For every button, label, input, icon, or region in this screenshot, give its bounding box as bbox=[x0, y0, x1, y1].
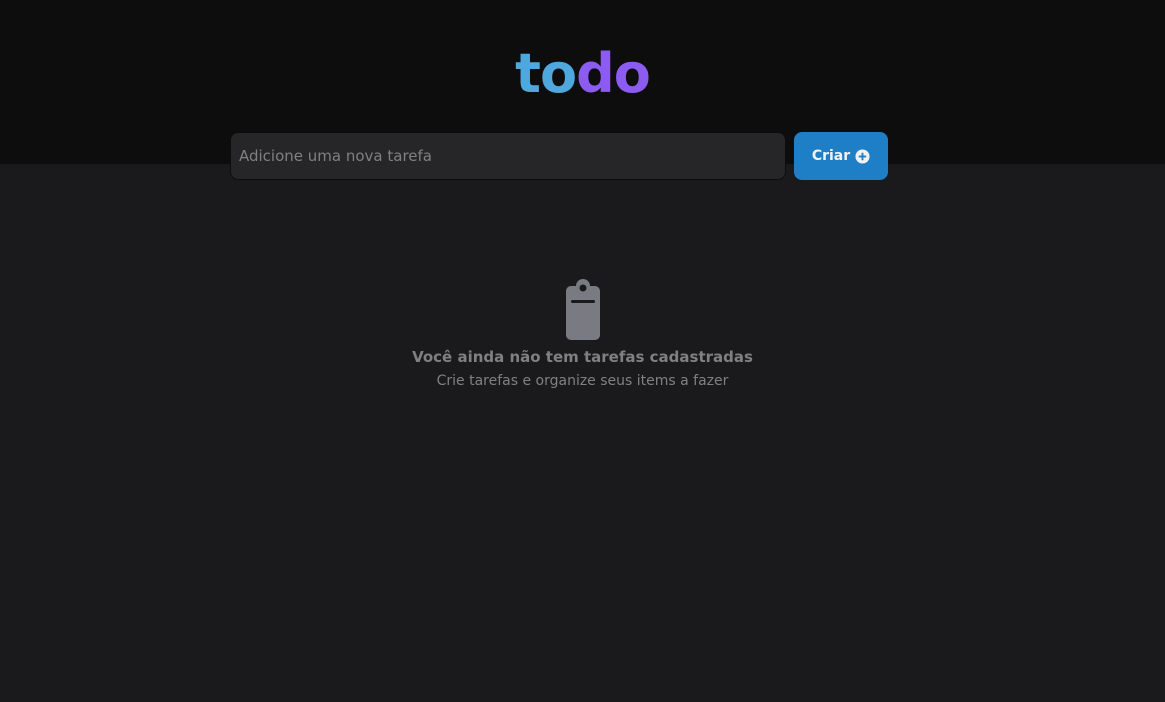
new-task-input[interactable] bbox=[230, 132, 786, 180]
new-task-form: Criar bbox=[230, 132, 888, 180]
empty-state-title: Você ainda não tem tarefas cadastradas bbox=[412, 348, 753, 366]
create-button-label: Criar bbox=[811, 148, 851, 164]
create-button[interactable]: Criar bbox=[794, 132, 888, 180]
empty-state-subtitle: Crie tarefas e organize seus items a faz… bbox=[436, 373, 729, 389]
logo-part-do: do bbox=[576, 42, 651, 105]
clipboard-icon bbox=[555, 276, 611, 340]
app-logo: todo bbox=[0, 42, 1165, 106]
empty-state: Você ainda não tem tarefas cadastradas C… bbox=[0, 276, 1165, 391]
plus-circle-icon bbox=[855, 148, 870, 164]
logo-part-to: to bbox=[515, 42, 577, 105]
